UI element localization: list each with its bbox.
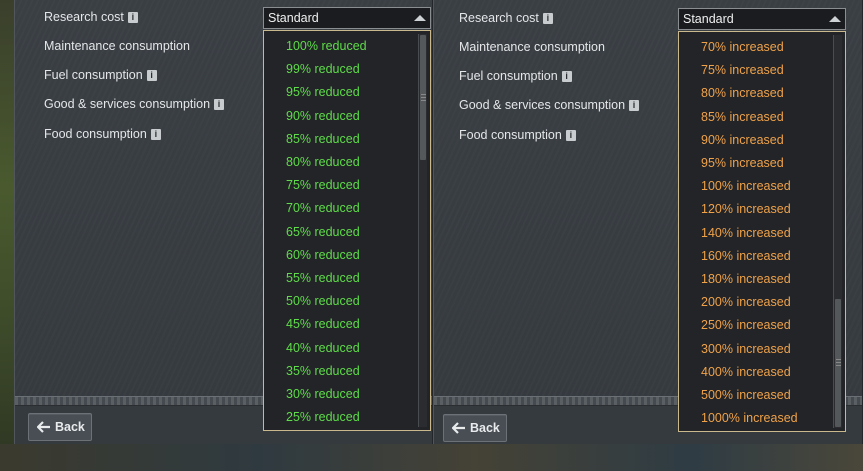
reduced-option[interactable]: 99% reduced: [286, 61, 360, 77]
info-icon[interactable]: i: [629, 99, 640, 111]
increased-option[interactable]: 140% increased: [701, 225, 791, 241]
select-value: Standard: [683, 12, 734, 26]
increased-option[interactable]: 250% increased: [701, 317, 791, 333]
reduced-option[interactable]: 85% reduced: [286, 131, 360, 147]
reduced-option[interactable]: 65% reduced: [286, 224, 360, 240]
setting-label-goods-services-consumption: Good & services consumption i: [44, 97, 225, 111]
info-icon[interactable]: i: [214, 98, 225, 110]
back-button-label: Back: [55, 420, 85, 434]
research-cost-select[interactable]: Standard: [263, 7, 431, 29]
increased-option[interactable]: 180% increased: [701, 271, 791, 287]
increased-option[interactable]: 70% increased: [701, 39, 784, 55]
arrow-left-icon: [37, 421, 50, 433]
setting-label-maintenance-consumption: Maintenance consumption: [44, 39, 190, 53]
setting-label-food-consumption: Food consumption i: [44, 127, 161, 141]
chevron-up-icon: [414, 15, 426, 21]
scroll-thumb[interactable]: [420, 35, 426, 160]
chevron-up-icon: [829, 16, 841, 22]
back-button[interactable]: Back: [28, 413, 92, 441]
reduced-option[interactable]: 90% reduced: [286, 108, 360, 124]
info-icon[interactable]: i: [146, 69, 157, 81]
increased-option[interactable]: 160% increased: [701, 248, 791, 264]
increased-option[interactable]: 1000% increased: [701, 410, 798, 426]
reduced-option[interactable]: 50% reduced: [286, 293, 360, 309]
dropdown-list-reduced[interactable]: 100% reduced 99% reduced 95% reduced 90% re…: [263, 30, 431, 431]
reduced-option[interactable]: 55% reduced: [286, 270, 360, 286]
reduced-option[interactable]: 25% reduced: [286, 409, 360, 425]
setting-label-fuel-consumption: Fuel consumption i: [459, 69, 572, 83]
reduced-option[interactable]: 60% reduced: [286, 247, 360, 263]
setting-label-food-consumption: Food consumption i: [459, 128, 576, 142]
increased-option[interactable]: 200% increased: [701, 294, 791, 310]
reduced-option[interactable]: 100% reduced: [286, 38, 367, 54]
reduced-option[interactable]: 45% reduced: [286, 316, 360, 332]
scroll-thumb[interactable]: [835, 299, 841, 427]
increased-option[interactable]: 90% increased: [701, 132, 784, 148]
background-terrain-bottom: [0, 444, 863, 471]
info-icon[interactable]: i: [561, 70, 572, 82]
reduced-option[interactable]: 35% reduced: [286, 363, 360, 379]
increased-option[interactable]: 400% increased: [701, 364, 791, 380]
reduced-option[interactable]: 95% reduced: [286, 84, 360, 100]
increased-option[interactable]: 80% increased: [701, 85, 784, 101]
setting-label-research-cost: Research cost i: [459, 11, 553, 25]
increased-option[interactable]: 120% increased: [701, 201, 791, 217]
dropdown-scrollbar[interactable]: [833, 35, 842, 428]
info-icon[interactable]: i: [542, 12, 553, 24]
dropdown-list-increased[interactable]: 70% increased 75% increased 80% increased 8…: [678, 31, 846, 432]
back-button[interactable]: Back: [443, 414, 507, 442]
info-icon[interactable]: i: [150, 128, 161, 140]
setting-label-goods-services-consumption: Good & services consumption i: [459, 98, 640, 112]
info-icon[interactable]: i: [565, 129, 576, 141]
reduced-option[interactable]: 70% reduced: [286, 200, 360, 216]
info-icon[interactable]: i: [127, 11, 138, 23]
increased-option[interactable]: 500% increased: [701, 387, 791, 403]
arrow-left-icon: [452, 422, 465, 434]
increased-option[interactable]: 300% increased: [701, 341, 791, 357]
increased-option[interactable]: 95% increased: [701, 155, 784, 171]
increased-option[interactable]: 75% increased: [701, 62, 784, 78]
setting-label-maintenance-consumption: Maintenance consumption: [459, 40, 605, 54]
reduced-option[interactable]: 75% reduced: [286, 177, 360, 193]
back-button-label: Back: [470, 421, 500, 435]
increased-option[interactable]: 85% increased: [701, 109, 784, 125]
reduced-option[interactable]: 30% reduced: [286, 386, 360, 402]
dropdown-scrollbar[interactable]: [418, 34, 427, 427]
reduced-option[interactable]: 80% reduced: [286, 154, 360, 170]
reduced-option[interactable]: 40% reduced: [286, 340, 360, 356]
research-cost-select[interactable]: Standard: [678, 8, 846, 30]
background-terrain-left: [0, 0, 14, 471]
setting-label-research-cost: Research cost i: [44, 10, 138, 24]
select-value: Standard: [268, 11, 319, 25]
setting-label-fuel-consumption: Fuel consumption i: [44, 68, 157, 82]
increased-option[interactable]: 100% increased: [701, 178, 791, 194]
